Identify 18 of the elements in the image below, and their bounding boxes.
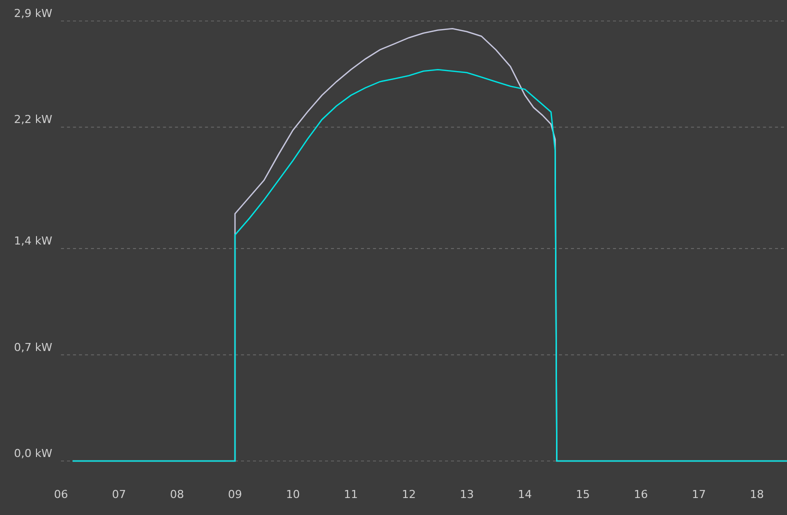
x-tick-label: 17	[692, 488, 706, 501]
x-tick-label: 08	[170, 488, 184, 501]
y-tick-label: 0,0 kW	[14, 447, 52, 460]
x-tick-label: 18	[750, 488, 764, 501]
x-tick-label: 15	[576, 488, 590, 501]
x-tick-label: 16	[634, 488, 648, 501]
x-tick-label: 11	[344, 488, 358, 501]
x-tick-label: 07	[112, 488, 126, 501]
x-tick-label: 09	[228, 488, 242, 501]
y-tick-label: 2,9 kW	[14, 7, 52, 20]
y-tick-label: 2,2 kW	[14, 113, 52, 126]
x-tick-label: 13	[460, 488, 474, 501]
x-tick-label: 06	[54, 488, 68, 501]
x-tick-label: 10	[286, 488, 300, 501]
x-tick-label: 14	[518, 488, 532, 501]
y-tick-label: 0,7 kW	[14, 340, 52, 354]
x-tick-label: 12	[402, 488, 416, 501]
y-tick-label: 1,4 kW	[14, 234, 52, 248]
